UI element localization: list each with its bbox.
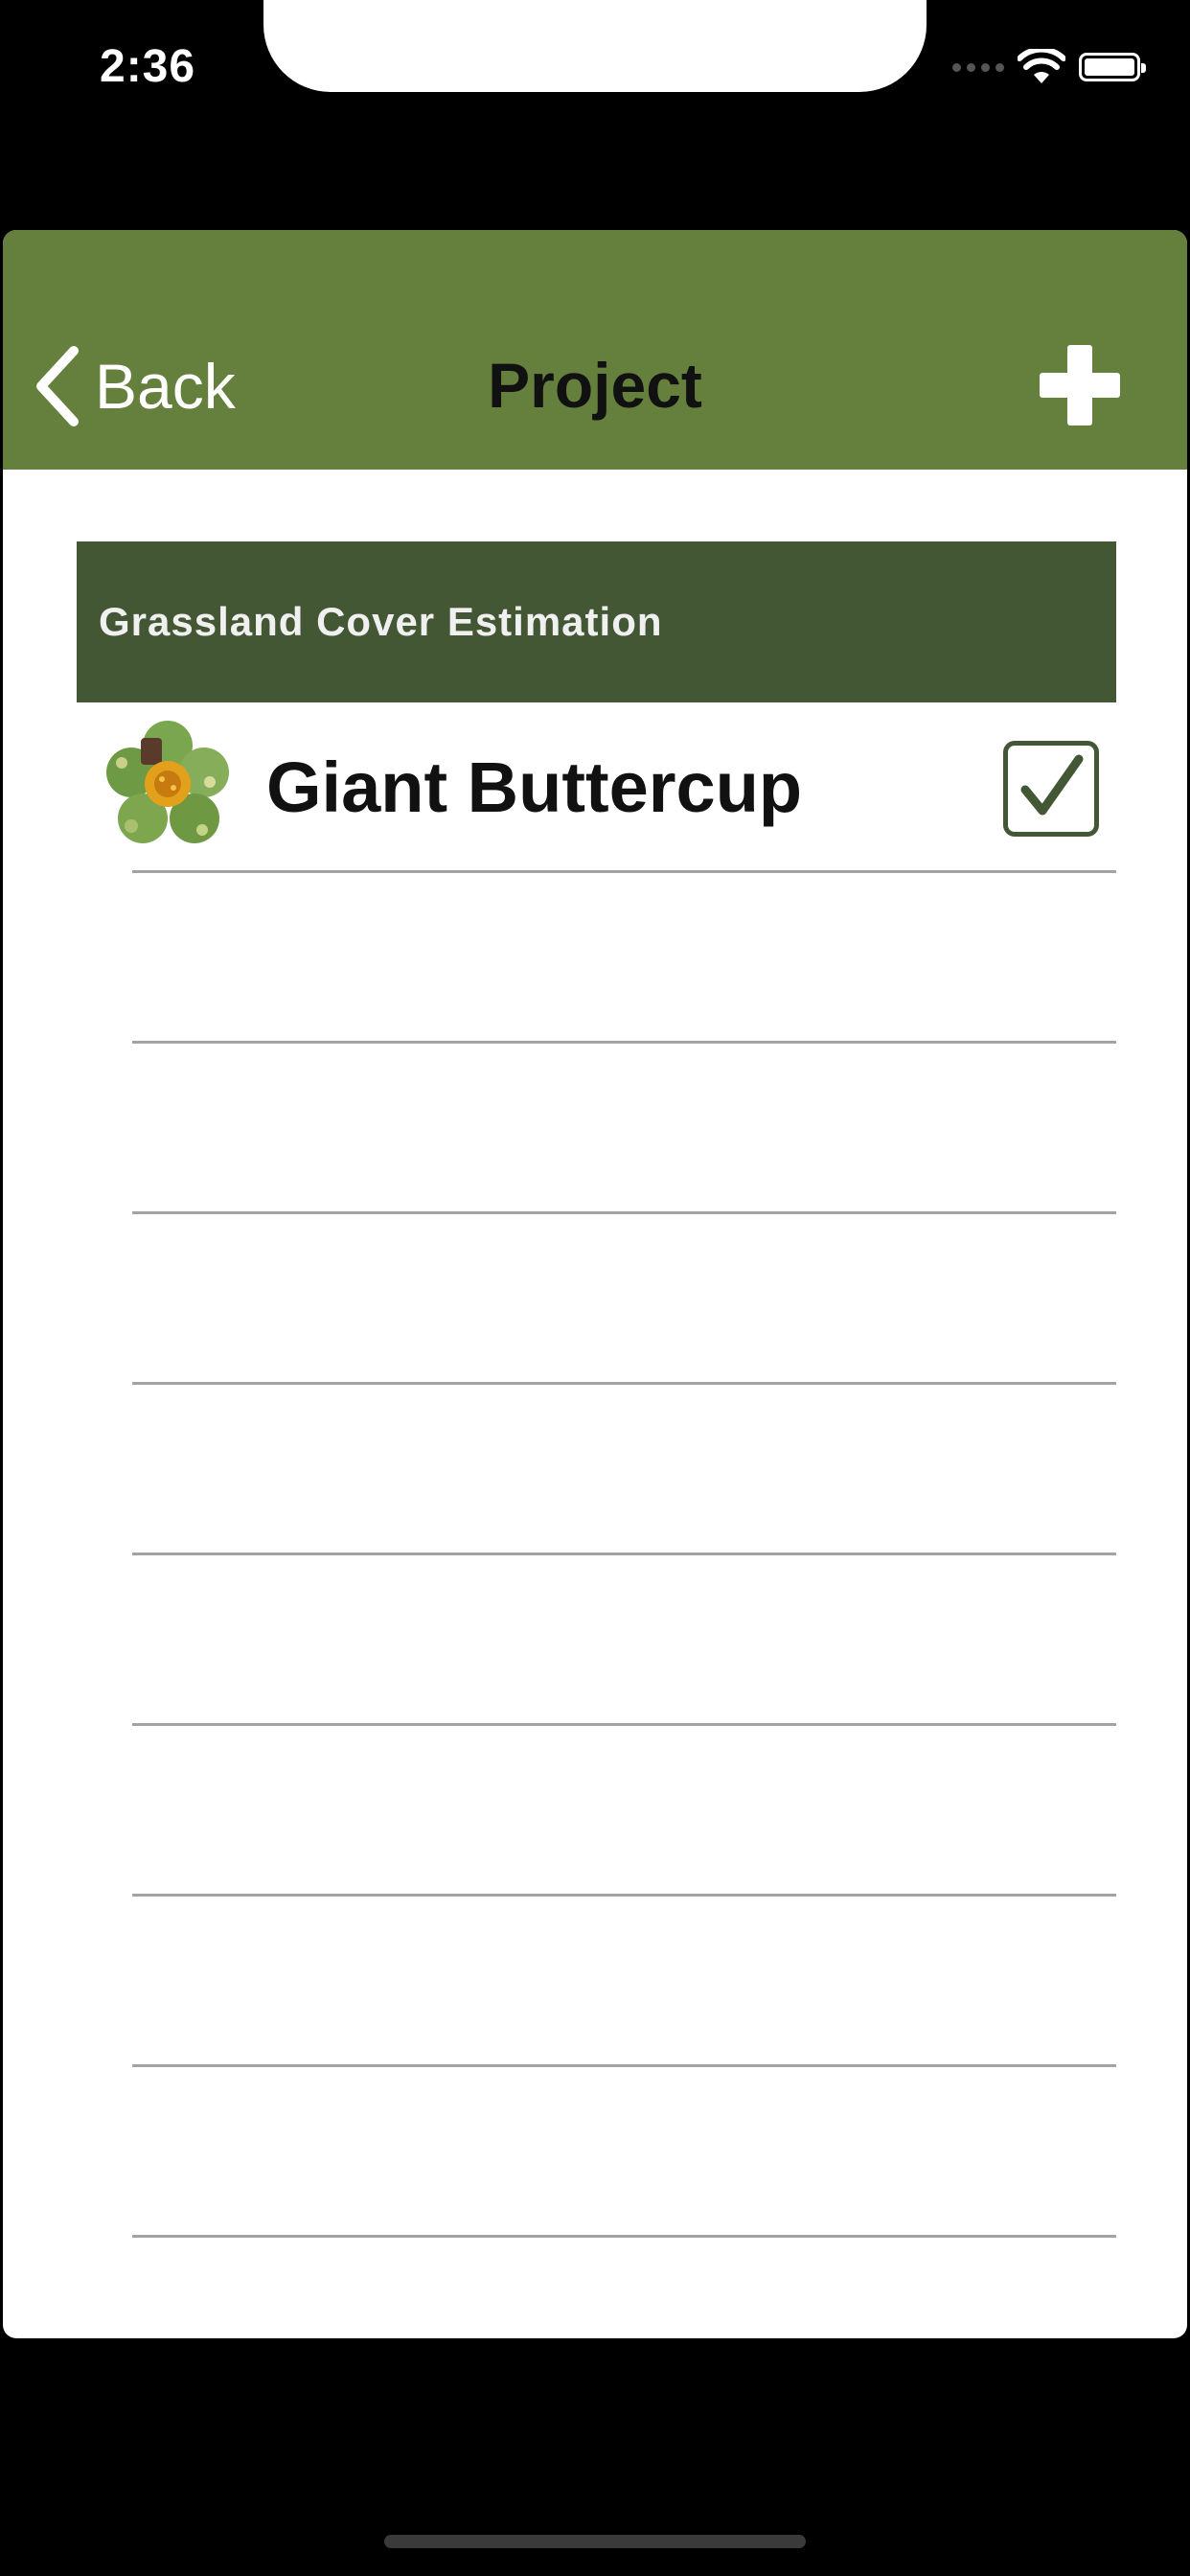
app-screen: Back Project Grassland Cover Estimation xyxy=(3,230,1187,2338)
row-divider xyxy=(132,1041,1116,1044)
home-indicator[interactable] xyxy=(384,2535,806,2548)
row-divider xyxy=(132,1723,1116,1726)
checkmark-icon xyxy=(1020,754,1084,816)
row-divider xyxy=(132,1894,1116,1897)
row-divider xyxy=(132,2235,1116,2238)
battery-icon xyxy=(1079,53,1146,81)
page-title: Project xyxy=(488,350,702,421)
row-divider xyxy=(132,1211,1116,1214)
status-icons xyxy=(952,48,1146,86)
status-time: 2:36 xyxy=(100,41,196,92)
list-item[interactable]: Giant Buttercup xyxy=(77,702,1116,873)
section-title: Grassland Cover Estimation xyxy=(99,599,663,644)
add-button[interactable] xyxy=(1040,345,1120,426)
species-checkbox[interactable] xyxy=(1003,741,1099,837)
section-header: Grassland Cover Estimation xyxy=(77,541,1116,702)
buttercup-flower-icon xyxy=(106,721,229,843)
row-divider xyxy=(132,1382,1116,1385)
phone-screen: 2:36 Back Project Grassland Cover Estima… xyxy=(0,0,1190,2576)
row-divider xyxy=(132,870,1116,873)
cellular-signal-icon xyxy=(952,62,1004,72)
row-divider xyxy=(132,1552,1116,1555)
row-divider xyxy=(132,2064,1116,2067)
wifi-icon xyxy=(1018,49,1065,83)
navigation-bar: Back Project xyxy=(3,230,1187,470)
notch xyxy=(263,0,927,92)
species-name: Giant Buttercup xyxy=(266,748,803,827)
